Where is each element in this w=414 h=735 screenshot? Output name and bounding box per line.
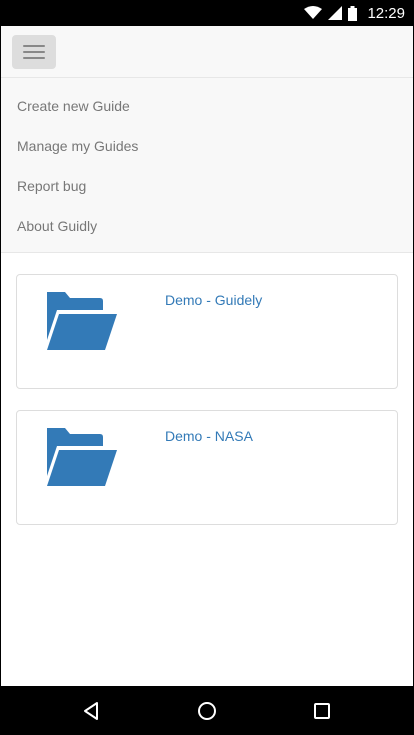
guide-card[interactable]: Demo - NASA: [16, 410, 398, 525]
nav-menu: Create new Guide Manage my Guides Report…: [1, 78, 413, 253]
system-navigation-bar: [1, 686, 413, 735]
cell-signal-icon: [328, 6, 343, 20]
navbar: [1, 26, 413, 78]
menu-item-report-bug[interactable]: Report bug: [1, 166, 413, 206]
status-bar: 12:29: [1, 0, 413, 26]
back-button[interactable]: [67, 686, 115, 735]
folder-open-icon: [47, 428, 117, 486]
menu-toggle-button[interactable]: [12, 35, 56, 69]
recents-button[interactable]: [298, 686, 346, 735]
guide-title-link[interactable]: Demo - NASA: [165, 428, 253, 444]
status-icons: 12:29: [304, 0, 405, 26]
wifi-icon: [304, 6, 323, 19]
home-icon: [198, 701, 216, 720]
menu-item-about[interactable]: About Guidly: [1, 206, 413, 246]
hamburger-menu-icon-bar: [23, 51, 45, 53]
battery-icon: [348, 5, 358, 21]
folder-open-icon: [47, 292, 117, 350]
home-button[interactable]: [183, 686, 231, 735]
hamburger-menu-icon: [23, 45, 45, 47]
menu-item-create-guide[interactable]: Create new Guide: [1, 86, 413, 126]
hamburger-menu-icon-bar: [23, 57, 45, 59]
guide-card[interactable]: Demo - Guidely: [16, 274, 398, 389]
guide-title-link[interactable]: Demo - Guidely: [165, 292, 262, 308]
app-screen: 12:29 Create new Guide Manage my Guides …: [1, 0, 413, 735]
status-time: 12:29: [367, 4, 405, 22]
menu-item-manage-guides[interactable]: Manage my Guides: [1, 126, 413, 166]
recents-icon: [314, 702, 330, 719]
back-icon: [84, 701, 98, 720]
